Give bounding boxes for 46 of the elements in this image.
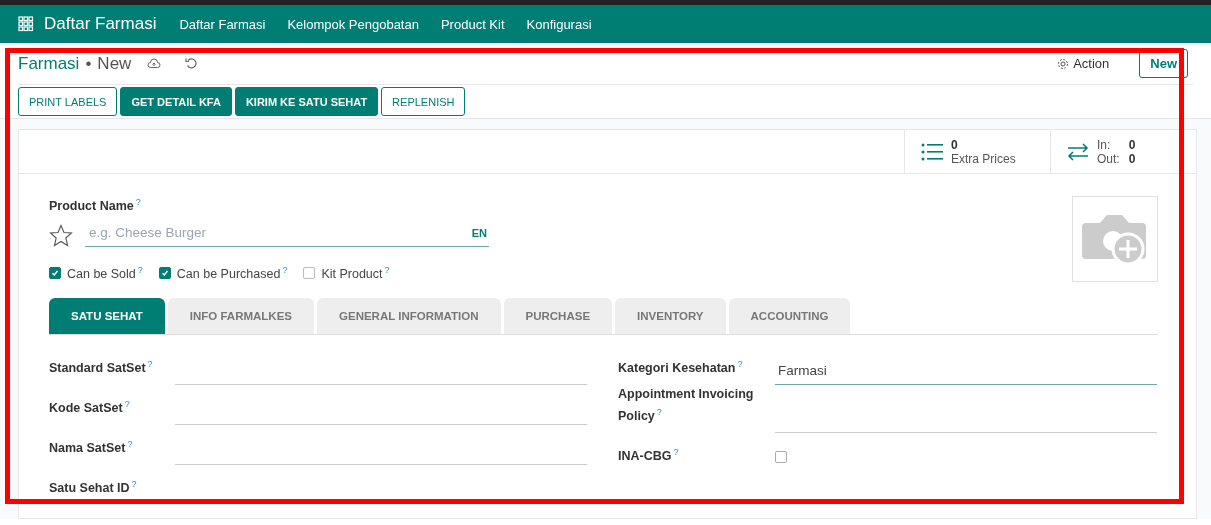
menu-item[interactable]: Konfigurasi bbox=[515, 16, 603, 32]
cloud-upload-icon[interactable] bbox=[147, 58, 162, 69]
tab[interactable]: INVENTORY bbox=[615, 298, 726, 334]
tab[interactable]: ACCOUNTING bbox=[728, 298, 851, 334]
tab[interactable]: GENERAL INFORMATION bbox=[317, 298, 501, 334]
field-label: Nama SatSet $^{?}$ bbox=[49, 437, 134, 457]
list-icon bbox=[921, 142, 943, 161]
app-grid-icon[interactable] bbox=[18, 16, 34, 32]
action-button[interactable]: Action bbox=[1051, 55, 1116, 72]
checkbox[interactable] bbox=[303, 267, 316, 280]
image-upload[interactable] bbox=[1072, 196, 1158, 282]
header-button[interactable]: PRINT LABELS bbox=[18, 87, 118, 116]
text-field[interactable]: Farmasi bbox=[775, 357, 1157, 385]
field-label: Appointment Invoicing Policy $^{?}$ bbox=[618, 386, 755, 426]
checkbox[interactable] bbox=[49, 267, 61, 280]
header-button[interactable]: GET DETAIL KFA bbox=[120, 87, 232, 116]
field-label: Satu Sehat ID $^{?}$ bbox=[49, 477, 138, 497]
menu-item[interactable]: Product Kit bbox=[429, 16, 516, 32]
menu-item[interactable]: Kelompok Pengobatan bbox=[276, 16, 430, 32]
star-icon[interactable] bbox=[49, 224, 73, 247]
field-label: Standard SatSet $^{?}$ bbox=[49, 357, 154, 377]
menu-item[interactable]: Daftar Farmasi bbox=[168, 16, 277, 32]
checkbox-label: Can be Purchased $^{?}$ bbox=[176, 265, 288, 282]
checkbox[interactable] bbox=[158, 267, 171, 280]
checkbox-label: Kit Product $^{?}$ bbox=[321, 265, 390, 282]
field-label: Product Name $^{?}$ bbox=[49, 199, 141, 213]
tab[interactable]: SATU SEHAT bbox=[49, 298, 165, 334]
breadcrumb-link[interactable]: Farmasi bbox=[18, 53, 80, 74]
field-label: Kategori Kesehatan $^{?}$ bbox=[618, 357, 744, 377]
record-title: New bbox=[97, 53, 132, 74]
undo-icon[interactable] bbox=[185, 57, 199, 70]
language-button[interactable]: EN bbox=[471, 226, 487, 239]
tab[interactable]: PURCHASE bbox=[503, 298, 613, 334]
checkbox-label: Can be Sold $^{?}$ bbox=[67, 265, 143, 282]
check-icon bbox=[51, 269, 59, 278]
app-name[interactable]: Daftar Farmasi bbox=[44, 14, 157, 34]
checkbox[interactable] bbox=[775, 451, 787, 464]
header-button[interactable]: KIRIM KE SATU SEHAT bbox=[234, 87, 379, 116]
breadcrumb-separator: • bbox=[85, 53, 92, 74]
field-label: Kode SatSet $^{?}$ bbox=[49, 397, 131, 417]
gear-icon bbox=[1057, 57, 1070, 70]
check-icon bbox=[160, 269, 169, 278]
field-label: INA-CBG $^{?}$ bbox=[618, 446, 680, 466]
transfer-arrows-icon bbox=[1067, 142, 1089, 161]
tab[interactable]: INFO FARMALKES bbox=[167, 298, 314, 334]
header-button[interactable]: REPLENISH bbox=[381, 87, 466, 116]
